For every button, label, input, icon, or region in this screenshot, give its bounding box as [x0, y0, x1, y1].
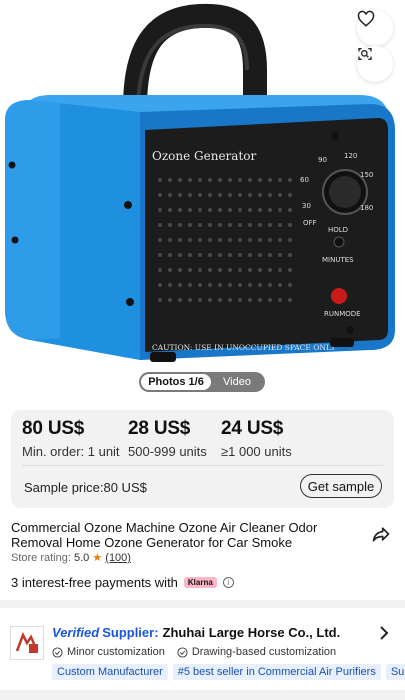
heart-icon [357, 10, 375, 27]
supplier-tag[interactable]: Custom Manufacturer [52, 664, 168, 680]
customization-label: Minor customization [67, 646, 165, 658]
caution-text: CAUTION: USE IN UNOCCUPIED SPACE ONLY [152, 343, 336, 352]
check-badge-icon [177, 646, 188, 658]
price-card: 80 US$ Min. order: 1 unit 28 US$ 500-999… [11, 410, 394, 508]
supplier-tag[interactable]: Supplier [385, 664, 405, 680]
klarna-badge: Klarna [183, 577, 217, 588]
supplier-name[interactable]: Zhuhai Large Horse Co., Ltd. [163, 625, 341, 640]
ozone-generator-image: Ozone Generator CAUTION: USE IN UNOCCUPI… [5, 3, 395, 362]
dial-mark: 120 [344, 152, 357, 160]
tier-quantity: ≥1 000 units [221, 444, 292, 459]
price-tier: 80 US$ Min. order: 1 unit [22, 418, 120, 459]
dial-mark: 90 [318, 156, 327, 164]
image-search-button[interactable] [357, 46, 393, 82]
dial-mark: OFF [303, 219, 317, 227]
dial-mark: 30 [302, 202, 311, 210]
tier-quantity: 500-999 units [128, 444, 207, 459]
supplier-logo-image [15, 631, 39, 653]
chevron-right-icon[interactable] [379, 626, 389, 640]
supplier-tag[interactable]: #5 best seller in Commercial Air Purifie… [172, 664, 381, 680]
divider [22, 465, 383, 466]
supplier-logo[interactable] [10, 626, 44, 660]
rating-label: Store rating: [11, 552, 74, 564]
favorite-button[interactable] [357, 10, 393, 46]
product-title: Commercial Ozone Machine Ozone Air Clean… [11, 520, 318, 550]
image-search-icon [358, 48, 372, 60]
product-image-gallery[interactable]: Ozone Generator CAUTION: USE IN UNOCCUPI… [0, 0, 405, 400]
customization-row: Minor customization Drawing-based custom… [52, 646, 348, 658]
bottom-separator [0, 690, 405, 700]
dial-mark: 150 [360, 171, 373, 179]
section-separator [0, 600, 405, 608]
tier-price: 24 US$ [221, 418, 284, 439]
customization-item: Minor customization [52, 646, 165, 658]
share-icon[interactable] [371, 524, 391, 544]
media-toggle: Photos 1/6 Video [139, 372, 265, 392]
supplier-line[interactable]: Verified Supplier: Zhuhai Large Horse Co… [52, 625, 340, 640]
video-tab[interactable]: Video [211, 374, 263, 390]
verified-badge: Verified [52, 625, 100, 640]
product-label-text: Ozone Generator [152, 149, 256, 163]
tier-quantity: Min. order: 1 unit [22, 444, 120, 459]
rating-count-link[interactable]: (100) [105, 552, 131, 564]
customization-item: Drawing-based customization [177, 646, 336, 658]
dial-mark: 60 [300, 176, 309, 184]
get-sample-button[interactable]: Get sample [300, 474, 382, 498]
tier-price: 28 US$ [128, 418, 191, 439]
price-tier: 24 US$ ≥1 000 units [221, 418, 292, 459]
store-rating: Store rating: 5.0 ★ (100) [11, 551, 131, 564]
sample-price: Sample price:80 US$ [24, 480, 147, 495]
price-tier: 28 US$ 500-999 units [128, 418, 207, 459]
supplier-tags: Custom Manufacturer #5 best seller in Co… [52, 664, 405, 680]
supplier-label: Supplier: [102, 625, 159, 640]
tier-price: 80 US$ [22, 418, 85, 439]
installments-row: 3 interest-free payments with Klarna i [11, 575, 234, 590]
dial-mark: HOLD [328, 226, 348, 234]
customization-label: Drawing-based customization [191, 646, 337, 658]
star-icon: ★ [92, 552, 103, 564]
installments-text: 3 interest-free payments with [11, 575, 178, 590]
runmode-label: RUNMODE [324, 310, 361, 318]
minutes-label: MINUTES [322, 256, 354, 264]
info-icon[interactable]: i [222, 577, 234, 588]
photos-tab[interactable]: Photos 1/6 [141, 374, 211, 390]
rating-value: 5.0 [73, 552, 90, 564]
dial-mark: 180 [360, 204, 373, 212]
check-badge-icon [52, 646, 63, 658]
